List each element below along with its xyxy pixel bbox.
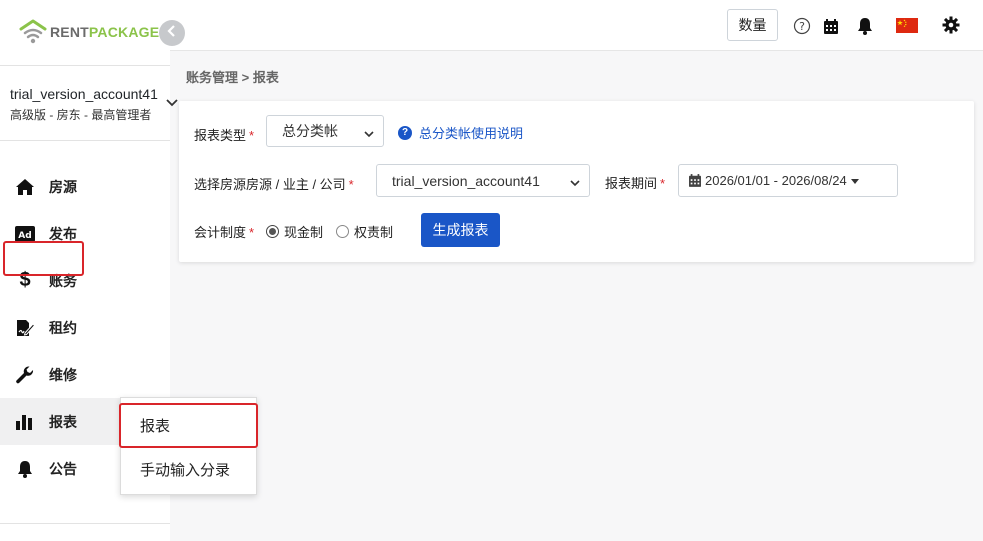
- sidebar-item-label: 维修: [49, 366, 77, 383]
- svg-text:Ad: Ad: [18, 231, 31, 241]
- accounting-method-label: 会计制度 *: [194, 225, 255, 240]
- account-name: trial_version_account41: [10, 86, 158, 102]
- sidebar-item-label: 报表: [49, 413, 77, 430]
- divider: [0, 140, 170, 141]
- sidebar-item-properties[interactable]: 房源: [0, 163, 170, 210]
- cash-basis-label: 现金制: [284, 225, 324, 240]
- calendar-icon[interactable]: [821, 16, 841, 36]
- top-bar: 数量 ?: [170, 0, 983, 51]
- report-period-picker[interactable]: 2026/01/01 - 2026/08/24: [678, 164, 898, 197]
- accrual-basis-label: 权责制: [354, 225, 394, 240]
- bar-chart-icon: [14, 411, 36, 433]
- help-link-label: 总分类帐使用说明: [419, 126, 524, 141]
- sidebar-item-label: 房源: [49, 178, 77, 195]
- dollar-icon: $: [19, 269, 31, 291]
- chevron-down-icon[interactable]: [165, 96, 179, 110]
- report-type-select[interactable]: 总分类帐: [266, 115, 384, 147]
- property-select[interactable]: trial_version_account41: [376, 164, 590, 197]
- submenu-item-reports[interactable]: 报表: [119, 403, 258, 448]
- sidebar-item-lease[interactable]: 租约: [0, 304, 170, 351]
- sidebar-item-maintenance[interactable]: 维修: [0, 351, 170, 398]
- sidebar-collapse-button[interactable]: [159, 20, 185, 46]
- cash-basis-radio[interactable]: 现金制: [266, 222, 323, 241]
- ad-icon: Ad: [14, 223, 36, 245]
- brand-name: RENTPACKAGE: [50, 24, 160, 40]
- accrual-basis-radio[interactable]: 权责制: [336, 222, 393, 241]
- help-circle-icon[interactable]: ?: [792, 16, 812, 36]
- china-flag-icon[interactable]: [896, 17, 918, 33]
- report-form-card: 报表类型 * 总分类帐 ? 总分类帐使用说明 选择房源房源 / 业主 / 公司 * …: [179, 101, 974, 262]
- sidebar-item-label: 账务: [49, 272, 77, 289]
- sidebar-item-label: 发布: [49, 225, 77, 242]
- report-period-value: 2026/01/01 - 2026/08/24: [705, 173, 847, 188]
- property-label: 选择房源房源 / 业主 / 公司 *: [194, 177, 354, 192]
- report-type-value: 总分类帐: [282, 123, 338, 139]
- question-circle-icon: ?: [398, 125, 412, 140]
- sidebar-item-accounting[interactable]: $ 账务: [0, 257, 170, 304]
- svg-text:?: ?: [799, 20, 805, 33]
- divider: [0, 523, 170, 524]
- calendar-icon: [689, 174, 701, 187]
- radio-unselected-icon: [336, 225, 349, 238]
- bell-icon: [14, 458, 36, 480]
- generate-report-button[interactable]: 生成报表: [421, 213, 500, 247]
- wifi-house-logo-icon: [18, 18, 48, 46]
- wrench-icon: [14, 364, 36, 386]
- reports-submenu: 报表 手动输入分录: [119, 397, 258, 495]
- report-period-label: 报表期间 *: [605, 176, 666, 191]
- quantity-button[interactable]: 数量: [727, 9, 778, 41]
- sidebar-item-publish[interactable]: Ad 发布: [0, 210, 170, 257]
- home-icon: [14, 176, 36, 198]
- chevron-left-icon: [167, 24, 177, 42]
- chevron-down-icon: [570, 175, 580, 187]
- general-ledger-help-link[interactable]: ? 总分类帐使用说明: [398, 123, 523, 142]
- sidebar-item-label: 租约: [49, 319, 77, 336]
- divider: [0, 65, 170, 66]
- submenu-item-manual-entry[interactable]: 手动输入分录: [121, 446, 256, 492]
- contract-icon: [14, 317, 36, 339]
- gear-icon[interactable]: [941, 15, 961, 35]
- notification-bell-icon[interactable]: [855, 16, 875, 36]
- radio-selected-icon: [266, 225, 279, 238]
- property-value: trial_version_account41: [392, 172, 540, 189]
- account-role: 高级版 - 房东 - 最高管理者: [10, 108, 152, 122]
- breadcrumb: 账务管理 > 报表: [186, 70, 279, 85]
- chevron-down-icon: [364, 126, 374, 138]
- sidebar-item-label: 公告: [49, 460, 77, 477]
- caret-down-icon: [850, 177, 860, 185]
- account-info[interactable]: trial_version_account41 高级版 - 房东 - 最高管理者: [10, 86, 185, 123]
- report-type-label: 报表类型 *: [194, 128, 255, 143]
- logo[interactable]: RENTPACKAGE: [18, 18, 159, 46]
